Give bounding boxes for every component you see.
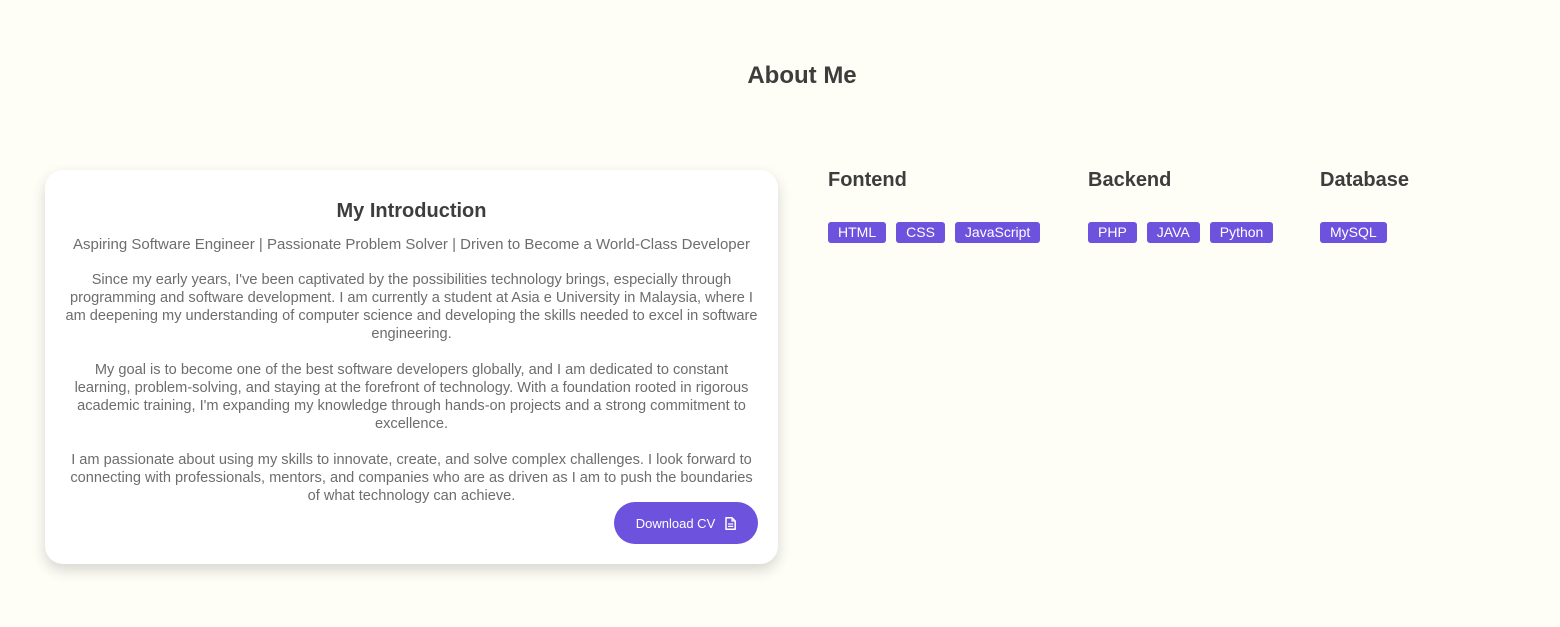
- document-icon: [725, 516, 737, 530]
- introduction-card: My Introduction Aspiring Software Engine…: [45, 170, 778, 564]
- backend-skills: Backend PHP JAVA Python: [1088, 168, 1274, 243]
- skill-tag: CSS: [896, 222, 945, 243]
- skill-tag: HTML: [828, 222, 887, 243]
- download-cv-label: Download CV: [635, 515, 716, 531]
- introduction-paragraph: I am passionate about using my skills to…: [70, 452, 753, 504]
- frontend-heading: Fontend: [828, 169, 907, 191]
- database-heading: Database: [1320, 169, 1409, 191]
- introduction-paragraph: My goal is to become one of the best sof…: [74, 362, 749, 432]
- skill-tag: Python: [1209, 222, 1274, 243]
- database-tag-list: MySQL: [1320, 222, 1409, 243]
- backend-tag-list: PHP JAVA Python: [1088, 222, 1274, 243]
- page-title: About Me: [747, 62, 857, 89]
- introduction-subtitle: Aspiring Software Engineer | Passionate …: [73, 236, 750, 253]
- download-cv-button[interactable]: Download CV: [614, 502, 758, 544]
- frontend-skills: Fontend HTML CSS JavaScript: [828, 168, 1041, 243]
- skill-tag: JAVA: [1146, 222, 1200, 243]
- skill-tag: MySQL: [1320, 222, 1387, 243]
- skill-tag: PHP: [1088, 222, 1137, 243]
- backend-heading: Backend: [1088, 169, 1172, 191]
- database-skills: Database MySQL: [1320, 168, 1409, 243]
- introduction-title: My Introduction: [336, 200, 487, 222]
- introduction-paragraph: Since my early years, I've been captivat…: [65, 272, 758, 342]
- frontend-tag-list: HTML CSS JavaScript: [828, 222, 1041, 243]
- skill-tag: JavaScript: [954, 222, 1041, 243]
